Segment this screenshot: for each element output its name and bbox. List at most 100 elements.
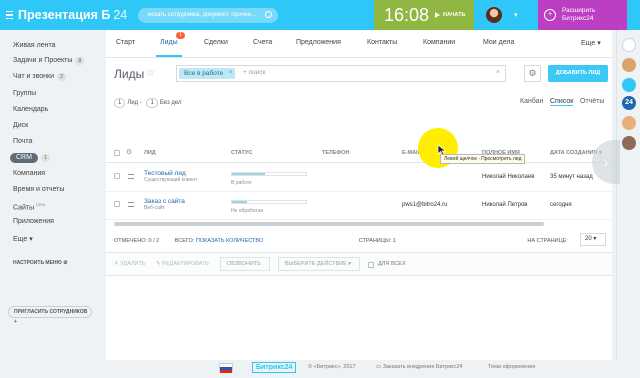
filter-pill[interactable]: Все в работе × [179, 68, 236, 79]
column-header-phone[interactable]: ТЕЛЕФОН [322, 150, 350, 156]
invite-button[interactable]: ПРИГЛАСИТЬ СОТРУДНИКОВ + [8, 306, 92, 325]
status-progress-fill [232, 201, 247, 203]
sidebar-item-calendar[interactable]: Календарь [13, 106, 48, 113]
row-menu-icon[interactable] [128, 202, 134, 207]
stat-leads-count[interactable]: 1 [114, 98, 126, 108]
lead-link[interactable]: Тестовый лид [144, 170, 186, 177]
stat-nodeal-count[interactable]: 1 [146, 98, 158, 108]
tab-leads[interactable]: Лиды [160, 39, 178, 46]
messages-icon[interactable] [622, 58, 636, 72]
select-action-dropdown[interactable]: ВЫБЕРИТЕ ДЕЙСТВИЕ ▾ [278, 257, 360, 271]
tab-invoices[interactable]: Счета [253, 39, 272, 46]
view-kanban[interactable]: Канбан [520, 98, 543, 105]
sidebar-item-feed[interactable]: Живая лента [13, 42, 56, 49]
notifications-icon[interactable] [622, 38, 636, 52]
close-icon[interactable]: × [229, 68, 233, 79]
full-name: Николай Петров [482, 202, 528, 208]
row-tooltip: Левой щелчок - Просмотреть лид [440, 154, 526, 164]
tab-more[interactable]: Еще ▾ [581, 39, 601, 47]
portal-title[interactable]: Презентация Б 24 [18, 8, 127, 22]
tab-my-activities[interactable]: Мои дела [483, 39, 514, 46]
status-label: В работе [231, 180, 252, 186]
column-header-lead[interactable]: ЛИД [144, 150, 156, 156]
add-lead-button[interactable]: ДОБАВИТЬ ЛИД [548, 65, 608, 82]
email-link[interactable]: pws1@bitro24.ru [402, 202, 447, 208]
row-checkbox[interactable] [114, 173, 120, 179]
search-input[interactable]: искать сотрудника, документ, прочее... [138, 8, 278, 23]
sidebar-item-label: Диск [13, 122, 29, 129]
chevron-down-icon[interactable]: ▾ [514, 11, 518, 19]
order-link[interactable]: ▭ Заказать внедрение Битрикс24 [376, 364, 463, 370]
chat-icon[interactable] [622, 78, 636, 92]
tab-deals[interactable]: Сделки [204, 39, 228, 46]
total-label: ВСЕГО: [174, 238, 195, 244]
theme-link[interactable]: Тема оформления [488, 364, 535, 370]
chevron-down-icon: ▾ [29, 236, 33, 243]
sidebar-item-tasks[interactable]: Задачи и Проекты 8 [13, 57, 85, 65]
created-date: сегодня [550, 202, 572, 208]
upgrade-button[interactable]: + Расширить Битрикс24 [538, 0, 627, 30]
sidebar-item-disk[interactable]: Диск [13, 122, 28, 129]
view-reports[interactable]: Отчёты [580, 98, 604, 105]
edit-button[interactable]: ✎ РЕДАКТИРОВАТЬ [156, 261, 209, 267]
sidebar-item-chat[interactable]: Чат и звонки 2 [13, 73, 67, 81]
per-page-label: НА СТРАНИЦЕ: [527, 238, 568, 244]
delete-button[interactable]: ✕ УДАЛИТЬ [114, 261, 145, 267]
contact-avatar-1[interactable] [622, 116, 636, 130]
filter-search[interactable]: Все в работе × + поиск × [176, 65, 506, 82]
sidebar-item-label: Время и отчеты [13, 186, 65, 193]
row-checkbox[interactable] [114, 201, 120, 207]
tab-start[interactable]: Старт [116, 39, 135, 46]
clear-icon[interactable]: × [496, 69, 500, 76]
view-list[interactable]: Список [550, 98, 574, 106]
work-time-block: 16:08 НАЧАТЬ [374, 0, 474, 30]
user-block[interactable]: ▾ [474, 0, 538, 30]
table-footer: ОТМЕЧЕНО: 0 / 2 ВСЕГО: ПОКАЗАТЬ КОЛИЧЕСТ… [114, 238, 568, 244]
sidebar-item-company[interactable]: Компания [13, 170, 45, 177]
table-row[interactable]: Тестовый лид Существующий клиент В работе… [106, 164, 612, 192]
status-label: Не обработан [231, 208, 264, 214]
show-count-link[interactable]: ПОКАЗАТЬ КОЛИЧЕСТВО [196, 238, 263, 244]
call-button[interactable]: ОБЗВОНИТЬ [220, 257, 270, 271]
for-all-checkbox[interactable] [368, 262, 374, 268]
tab-quotes[interactable]: Предложения [296, 39, 341, 46]
lead-source: Веб-сайт [144, 205, 165, 211]
filter-placeholder: + поиск [243, 69, 266, 76]
right-panel: 24 [616, 30, 640, 360]
configure-menu-link[interactable]: НАСТРОИТЬ МЕНЮ ⚙ [13, 260, 68, 266]
gear-icon[interactable]: ⚙ [126, 148, 132, 156]
contact-avatar-2[interactable] [622, 136, 636, 150]
sidebar-item-mail[interactable]: Почта [13, 138, 32, 145]
tab-contacts[interactable]: Контакты [367, 39, 397, 46]
start-day-button[interactable]: НАЧАТЬ [435, 12, 465, 18]
column-header-status[interactable]: СТАТУС [231, 150, 252, 156]
horizontal-scrollbar[interactable] [114, 222, 544, 226]
edit-label: РЕДАКТИРОВАТЬ [162, 261, 209, 267]
lead-link[interactable]: Заказ с сайта [144, 198, 185, 205]
table-row[interactable]: Заказ с сайта Веб-сайт Не обработан pws1@… [106, 192, 612, 220]
sidebar-item-sites[interactable]: Сайты beta [13, 202, 45, 211]
select-all-checkbox[interactable] [114, 150, 120, 156]
language-flag[interactable] [219, 363, 233, 373]
settings-button[interactable]: ⚙ [524, 65, 541, 82]
per-page-select[interactable]: 20 ▾ [580, 233, 606, 246]
gear-icon: ⚙ [63, 260, 68, 266]
sidebar-item-crm[interactable]: CRM 1 [10, 153, 51, 163]
b24-icon[interactable]: 24 [622, 96, 636, 110]
search-icon[interactable] [265, 11, 272, 18]
created-date: 35 минут назад [550, 174, 593, 180]
counter-badge: 2 [57, 73, 67, 81]
sidebar-item-time[interactable]: Время и отчеты [13, 186, 64, 193]
status-progress-bar[interactable] [231, 172, 307, 176]
row-menu-icon[interactable] [128, 174, 134, 179]
menu-icon[interactable] [6, 10, 13, 20]
sidebar-item-groups[interactable]: Группы [13, 90, 36, 97]
sidebar-item-label: Компания [13, 170, 46, 177]
tab-companies[interactable]: Компании [423, 39, 455, 46]
avatar[interactable] [486, 7, 502, 23]
star-icon[interactable]: ☆ [146, 68, 155, 79]
select-action-label: ВЫБЕРИТЕ ДЕЙСТВИЕ [285, 261, 347, 267]
sidebar-item-more[interactable]: Еще ▾ [13, 235, 33, 243]
status-progress-bar[interactable] [231, 200, 307, 204]
sidebar-item-apps[interactable]: Приложения [13, 218, 54, 225]
